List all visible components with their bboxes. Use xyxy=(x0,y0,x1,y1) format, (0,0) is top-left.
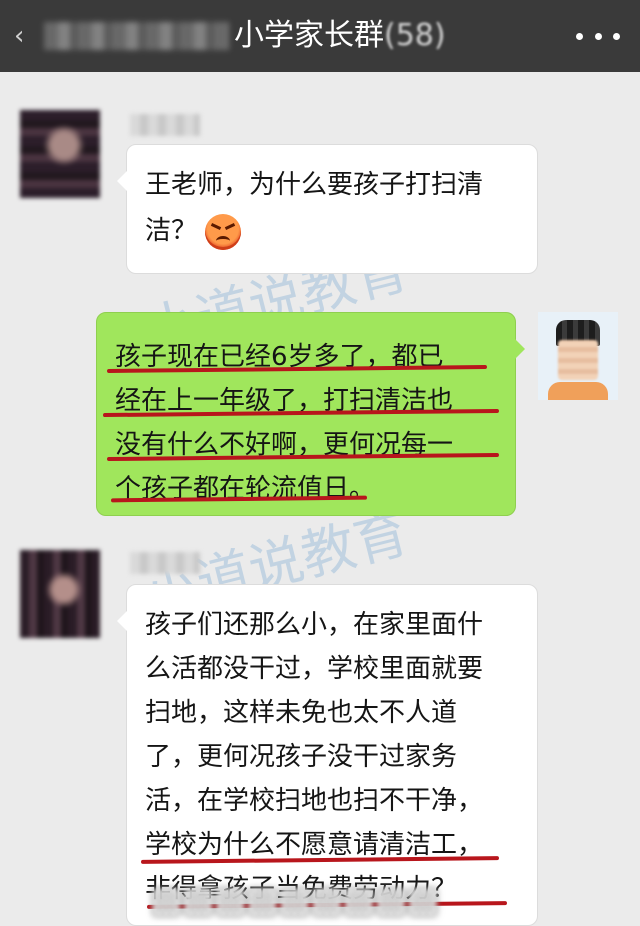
avatar[interactable] xyxy=(20,110,100,198)
message-bubble[interactable]: 王老师，为什么要孩子打扫清 洁？ xyxy=(117,144,538,274)
message-line: 孩子们还那么小，在家里面什 xyxy=(145,610,484,640)
avatar[interactable] xyxy=(20,550,100,638)
message-line: 洁？ xyxy=(145,216,198,246)
message-line: 么活都没干过，学校里面就要 xyxy=(145,654,484,684)
angry-face-emoji-icon xyxy=(205,213,242,250)
message-line: 王老师，为什么要孩子打扫清 xyxy=(145,170,484,200)
blurred-bottom-caption: ▩▩▩▩▩▩▩▩▩ xyxy=(150,880,440,920)
more-icon[interactable] xyxy=(576,24,620,48)
bubble-tail xyxy=(117,611,127,631)
message-bubble-self[interactable]: 孩子现在已经6岁多了，都已 经在上一年级了，打扫清洁也 没有什么不好啊，更何况每… xyxy=(96,312,525,516)
member-count: (58) xyxy=(384,18,446,53)
message-line: 个孩子都在轮流值日。 xyxy=(115,474,376,504)
avatar-self[interactable] xyxy=(538,312,618,400)
sender-nickname-blurred xyxy=(130,552,200,574)
message-line-with-emoji: 洁？ xyxy=(145,209,242,253)
group-name: 小学家长群 xyxy=(234,18,384,53)
blurred-back-label[interactable] xyxy=(44,22,229,50)
sender-nickname-blurred xyxy=(130,114,200,136)
message-line: 孩子现在已经6岁多了，都已 xyxy=(115,342,444,372)
message-line: 扫地，这样未免也太不人道 xyxy=(145,698,458,728)
message-line: 了，更何况孩子没干过家务 xyxy=(145,742,458,772)
chat-title: 小学家长群(58) xyxy=(234,14,446,58)
chat-header: ‹ 小学家长群(58) xyxy=(0,0,640,72)
message-line: 活，在学校扫地也扫不干净， xyxy=(145,786,484,816)
bubble-tail xyxy=(117,171,127,191)
back-icon[interactable]: ‹ xyxy=(14,22,36,50)
message-bubble[interactable]: 孩子们还那么小，在家里面什 么活都没干过，学校里面就要 扫地，这样未免也太不人道… xyxy=(117,584,538,926)
bubble-tail xyxy=(515,339,525,359)
